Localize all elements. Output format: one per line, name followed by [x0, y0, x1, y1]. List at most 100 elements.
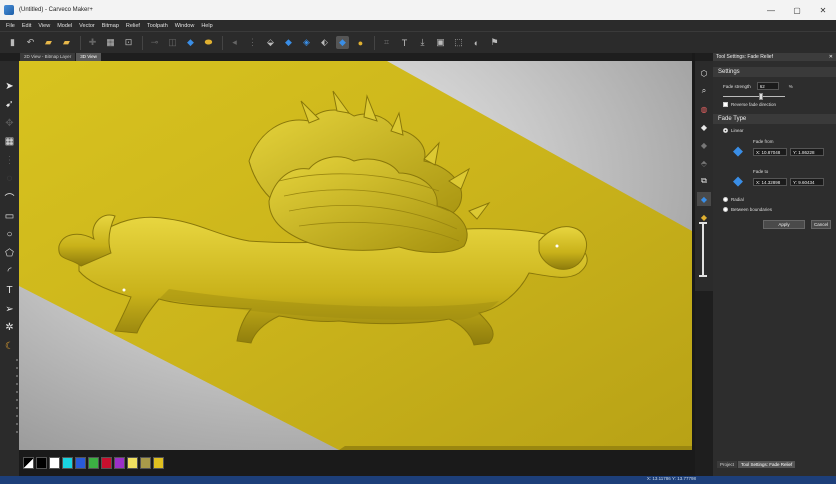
maximize-button[interactable]: ▢: [784, 0, 810, 20]
erase-icon[interactable]: ⬚: [452, 36, 465, 49]
transform-tool-icon[interactable]: ✥: [3, 116, 17, 130]
transform-icon[interactable]: ⊡: [122, 36, 135, 49]
palette-swatch[interactable]: [114, 457, 125, 469]
fade-layer-icon[interactable]: ◆: [697, 192, 711, 206]
fade-to-x-field[interactable]: X: 14.32898: [753, 178, 787, 186]
between-boundaries-radio[interactable]: [723, 207, 728, 212]
fade-to-pick-icon[interactable]: ◆: [733, 173, 743, 189]
palette-swatch[interactable]: [62, 457, 73, 469]
disabled-tool-icon[interactable]: ◌: [3, 172, 17, 186]
undo-icon[interactable]: ↶: [24, 36, 37, 49]
measure-icon[interactable]: ⋮: [3, 153, 17, 167]
menu-view[interactable]: View: [38, 23, 50, 29]
linear-radio[interactable]: [723, 128, 728, 133]
palette-swatch[interactable]: [140, 457, 151, 469]
palette-swatch[interactable]: [36, 457, 47, 469]
menu-window[interactable]: Window: [175, 23, 195, 29]
blue-relief-icon[interactable]: ◆: [184, 36, 197, 49]
layer-stack-icon[interactable]: ⬘: [697, 156, 711, 170]
cancel-button[interactable]: Cancel: [811, 220, 831, 229]
arrow-down-icon[interactable]: ⤓: [416, 36, 429, 49]
menu-model[interactable]: Model: [57, 23, 72, 29]
settings-section-header[interactable]: Settings: [713, 67, 836, 77]
move-left-icon[interactable]: ◂: [228, 36, 241, 49]
palette-swatch[interactable]: [127, 457, 138, 469]
tab-tool-settings[interactable]: Tool Settings: Fade Relief: [738, 461, 796, 468]
gold-relief-icon[interactable]: ⬬: [202, 36, 215, 49]
paste-icon[interactable]: ✚: [86, 36, 99, 49]
text-icon[interactable]: T: [3, 284, 17, 298]
open-folder-icon[interactable]: ▰: [42, 36, 55, 49]
reverse-fade-checkbox[interactable]: [723, 102, 728, 107]
menu-help[interactable]: Help: [201, 23, 212, 29]
minimize-button[interactable]: —: [758, 0, 784, 20]
relief-sculpt-icon[interactable]: ⬙: [264, 36, 277, 49]
relief-subtract-icon[interactable]: ⬖: [318, 36, 331, 49]
app-icon: [4, 5, 14, 15]
grid-tool-icon[interactable]: ▦: [3, 135, 17, 149]
mirror-icon[interactable]: ◫: [166, 36, 179, 49]
offset-icon[interactable]: ➢: [3, 302, 17, 316]
flag-icon[interactable]: ⚑: [488, 36, 501, 49]
layer-icon[interactable]: ◆: [697, 120, 711, 134]
menu-toolpath[interactable]: Toolpath: [147, 23, 168, 29]
rectangle-icon[interactable]: ▭: [3, 209, 17, 223]
fade-relief-icon[interactable]: ◆: [336, 36, 349, 49]
fade-type-section-header[interactable]: Fade Type: [713, 114, 836, 124]
relief-add-icon[interactable]: ◆: [282, 36, 295, 49]
fade-from-y-value: 1.86228: [798, 149, 815, 155]
apply-button[interactable]: Apply: [763, 220, 805, 229]
fade-from-y-field[interactable]: Y: 1.86228: [790, 148, 824, 156]
zoom-icon[interactable]: ⌕: [697, 84, 711, 98]
menu-bitmap[interactable]: Bitmap: [102, 23, 119, 29]
crop-icon[interactable]: ⌗: [380, 36, 393, 49]
vertical-slider[interactable]: [699, 222, 707, 277]
palette-swatch[interactable]: [153, 457, 164, 469]
tab-project[interactable]: Project: [717, 461, 738, 468]
copy-icon[interactable]: ⧉: [697, 174, 711, 188]
polyline-icon[interactable]: ⌒: [3, 191, 17, 205]
fade-strength-slider[interactable]: [723, 93, 785, 100]
text-tool-icon[interactable]: T: [398, 36, 411, 49]
stamp-icon[interactable]: ▣: [434, 36, 447, 49]
tab-2d-view[interactable]: 2D View - Bitmap Layer: [20, 53, 76, 61]
grid-icon[interactable]: ▦: [104, 36, 117, 49]
menu-edit[interactable]: Edit: [22, 23, 31, 29]
circle-icon[interactable]: ○: [3, 228, 17, 242]
layer-dim-icon[interactable]: ◆: [697, 138, 711, 152]
smooth-icon[interactable]: ◐: [470, 36, 483, 49]
radial-radio[interactable]: [723, 197, 728, 202]
panel-close-icon[interactable]: ✕: [829, 54, 833, 60]
3d-viewport[interactable]: [19, 61, 692, 450]
fade-strength-input[interactable]: 62: [756, 82, 779, 90]
menu-relief[interactable]: Relief: [126, 23, 140, 29]
slider-thumb[interactable]: [758, 93, 763, 100]
palette-swatch[interactable]: [101, 457, 112, 469]
fade-from-pick-icon[interactable]: ◆: [733, 143, 743, 159]
curve-icon[interactable]: ☾: [3, 339, 17, 353]
palette-swatch[interactable]: [49, 457, 60, 469]
menu-vector[interactable]: Vector: [79, 23, 95, 29]
polygon-icon[interactable]: ⬠: [3, 246, 17, 260]
cube-icon[interactable]: ⬡: [697, 66, 711, 80]
close-button[interactable]: ✕: [810, 0, 836, 20]
relief-merge-icon[interactable]: ◈: [300, 36, 313, 49]
wand-icon[interactable]: ✲: [3, 321, 17, 335]
node-edit-icon[interactable]: ➹: [3, 98, 17, 112]
save-icon[interactable]: ▮: [6, 36, 19, 49]
palette-icon[interactable]: ◍: [697, 102, 711, 116]
tab-3d-view[interactable]: 3D View: [76, 53, 101, 61]
relief-render[interactable]: [19, 61, 692, 450]
import-folder-icon[interactable]: ▰: [60, 36, 73, 49]
palette-swatch[interactable]: [23, 457, 34, 469]
droplet-icon[interactable]: ●: [354, 36, 367, 49]
palette-swatch[interactable]: [88, 457, 99, 469]
fade-to-y-field[interactable]: Y: 9.60434: [790, 178, 824, 186]
arc-icon[interactable]: ◜: [3, 265, 17, 279]
menu-file[interactable]: File: [6, 23, 15, 29]
select-arrow-icon[interactable]: ➤: [3, 79, 17, 93]
fade-from-x-field[interactable]: X: 10.87048: [753, 148, 787, 156]
palette-swatch[interactable]: [75, 457, 86, 469]
distribute-icon[interactable]: ⋮: [246, 36, 259, 49]
align-icon[interactable]: ⊸: [148, 36, 161, 49]
